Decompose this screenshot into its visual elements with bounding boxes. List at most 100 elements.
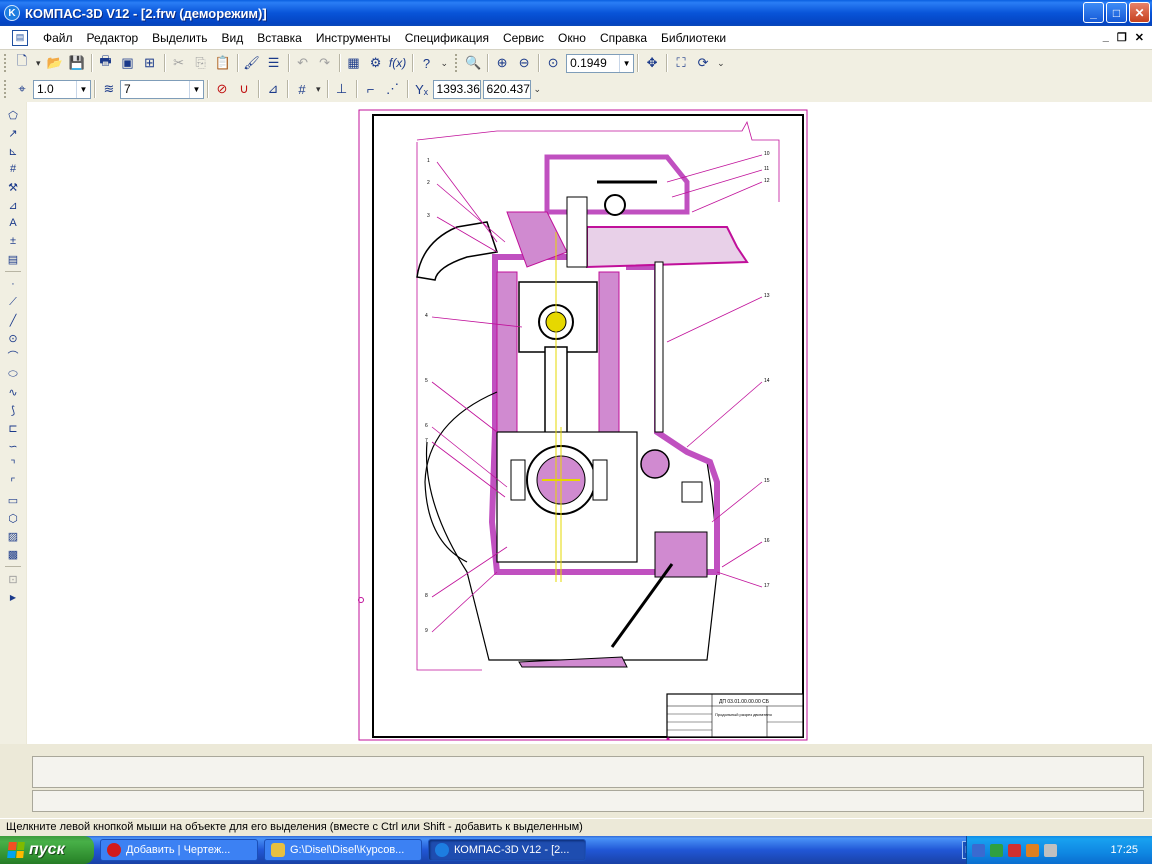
help-icon[interactable]: ?: [416, 52, 438, 74]
segment-tool-icon[interactable]: ╱: [2, 311, 24, 329]
mdi-restore-icon[interactable]: ❐: [1117, 31, 1127, 44]
ortho-icon[interactable]: ⊿: [262, 78, 284, 100]
dimensions-panel-icon[interactable]: ↗: [2, 124, 24, 142]
redo-icon[interactable]: ↷: [314, 52, 336, 74]
magnet-icon[interactable]: ∪: [233, 78, 255, 100]
collection-tool-icon[interactable]: ⊡: [2, 570, 24, 588]
zoom-combo[interactable]: 0.1949 ▼: [566, 53, 635, 73]
menu-help[interactable]: Справка: [593, 31, 654, 45]
toolbar1-more-icon[interactable]: ⌄: [441, 58, 449, 69]
menu-file[interactable]: Файл: [36, 31, 80, 45]
toolbar-grip[interactable]: [455, 54, 458, 72]
tray-update-icon[interactable]: [1026, 843, 1039, 857]
contour-tool-icon[interactable]: ⊏: [2, 419, 24, 437]
coord-x-field[interactable]: 1393.36: [432, 79, 481, 99]
save-icon[interactable]: 💾: [66, 52, 88, 74]
tray-arrow-icon[interactable]: [972, 843, 985, 857]
function-icon[interactable]: f(x): [387, 52, 409, 74]
open-icon[interactable]: 📂: [44, 52, 66, 74]
round-off-icon[interactable]: ⋰: [382, 78, 404, 100]
designations-panel-icon[interactable]: ⊾: [2, 142, 24, 160]
local-cs-icon[interactable]: ⊥: [331, 78, 353, 100]
chevron-down-icon[interactable]: ▼: [76, 80, 90, 98]
brush-icon[interactable]: 🖌: [241, 52, 263, 74]
select-panel-icon[interactable]: A: [2, 214, 24, 232]
zoom-in-icon[interactable]: ⊕: [491, 52, 513, 74]
zoom-out-icon[interactable]: ⊖: [513, 52, 535, 74]
kompas-app-icon[interactable]: K: [4, 5, 20, 21]
coord-y-field[interactable]: 620.437: [482, 79, 531, 99]
reports-panel-icon[interactable]: ▤: [2, 250, 24, 268]
toolbar1-more2-icon[interactable]: ⌄: [717, 58, 725, 69]
circle-tool-icon[interactable]: ⊙: [2, 329, 24, 347]
polyline-tool-icon[interactable]: ⟆: [2, 401, 24, 419]
edit-panel-icon[interactable]: #: [2, 160, 24, 178]
layers-icon[interactable]: ≋: [98, 78, 120, 100]
parametrization-panel-icon[interactable]: ⚒: [2, 178, 24, 196]
manager-icon[interactable]: ⊞: [139, 52, 161, 74]
minimize-button[interactable]: _: [1083, 2, 1104, 23]
taskbar-item-kompas[interactable]: КОМПАС-3D V12 - [2...: [428, 839, 586, 861]
fill-tool-icon[interactable]: ▩: [2, 545, 24, 563]
menu-specification[interactable]: Спецификация: [398, 31, 496, 45]
tray-network-icon[interactable]: [990, 843, 1003, 857]
arc-tool-icon[interactable]: ⌒: [2, 347, 24, 365]
layer-combo[interactable]: 7 ▼: [120, 79, 204, 99]
grid-dropdown-icon[interactable]: ▾: [316, 84, 321, 95]
ellipse-tool-icon[interactable]: ⬭: [2, 365, 24, 383]
menu-libraries[interactable]: Библиотеки: [654, 31, 733, 45]
maximize-button[interactable]: □: [1106, 2, 1127, 23]
close-button[interactable]: ✕: [1129, 2, 1150, 23]
geometry-panel-icon[interactable]: ⬠: [2, 106, 24, 124]
tray-speaker-icon[interactable]: [1044, 843, 1057, 857]
menu-tools[interactable]: Инструменты: [309, 31, 398, 45]
variables-icon[interactable]: ⚙: [365, 52, 387, 74]
step-cursor-icon[interactable]: ⌖: [11, 78, 33, 100]
point-tool-icon[interactable]: ·: [2, 275, 24, 293]
snap-icon[interactable]: ⊘: [211, 78, 233, 100]
chamfer-tool-icon[interactable]: ⌝: [2, 455, 24, 473]
taskbar-item-opera[interactable]: Добавить | Чертеж...: [100, 839, 258, 861]
rectangle-tool-icon[interactable]: ▭: [2, 491, 24, 509]
taskbar-item-explorer[interactable]: G:\Disel\Disel\Курсов...: [264, 839, 422, 861]
new-doc-icon[interactable]: 🗋: [11, 52, 33, 74]
menu-window[interactable]: Окно: [551, 31, 593, 45]
aux-line-tool-icon[interactable]: ⟋: [2, 293, 24, 311]
menu-editor[interactable]: Редактор: [80, 31, 146, 45]
toolbar2-more-icon[interactable]: ⌄: [534, 84, 542, 95]
new-doc-dropdown-icon[interactable]: ▾: [36, 58, 41, 69]
cut-icon[interactable]: ✂: [168, 52, 190, 74]
menu-service[interactable]: Сервис: [496, 31, 551, 45]
fillet-tool-icon[interactable]: ⌜: [2, 473, 24, 491]
spline-tool-icon[interactable]: ∿: [2, 383, 24, 401]
drawing-canvas[interactable]: 1 2 3 4 5 6 7 8 9 10 11 12 13 14 15 16 1…: [27, 102, 1152, 744]
preview-icon[interactable]: ▣: [117, 52, 139, 74]
mdi-minimize-icon[interactable]: _: [1103, 31, 1109, 44]
grid-icon[interactable]: #: [291, 78, 313, 100]
refresh-icon[interactable]: ⟳: [692, 52, 714, 74]
chevron-down-icon[interactable]: ▼: [189, 80, 203, 98]
properties-icon[interactable]: ☰: [263, 52, 285, 74]
paste-icon[interactable]: 📋: [212, 52, 234, 74]
polygon-tool-icon[interactable]: ⬡: [2, 509, 24, 527]
mdi-close-icon[interactable]: ✕: [1135, 31, 1144, 44]
chevron-down-icon[interactable]: ▼: [619, 54, 633, 72]
copy-icon[interactable]: ⎘: [190, 52, 212, 74]
bezier-tool-icon[interactable]: ∽: [2, 437, 24, 455]
undo-icon[interactable]: ↶: [292, 52, 314, 74]
pan-icon[interactable]: ✥: [641, 52, 663, 74]
toolbar-grip[interactable]: [4, 80, 7, 98]
ortho-mode-icon[interactable]: ⌐: [360, 78, 382, 100]
tray-shield-icon[interactable]: [1008, 843, 1021, 857]
tree-icon[interactable]: ▦: [343, 52, 365, 74]
menu-insert[interactable]: Вставка: [250, 31, 309, 45]
hatch-tool-icon[interactable]: ▨: [2, 527, 24, 545]
spec-panel-icon[interactable]: ±: [2, 232, 24, 250]
menu-select[interactable]: Выделить: [145, 31, 214, 45]
step-combo[interactable]: 1.0 ▼: [33, 79, 91, 99]
start-button[interactable]: пуск: [0, 836, 94, 864]
panel-expand-icon[interactable]: ▶: [2, 588, 24, 606]
measure-panel-icon[interactable]: ⊿: [2, 196, 24, 214]
document-icon[interactable]: ▤: [12, 29, 28, 46]
zoom-window-icon[interactable]: 🔍: [462, 52, 484, 74]
